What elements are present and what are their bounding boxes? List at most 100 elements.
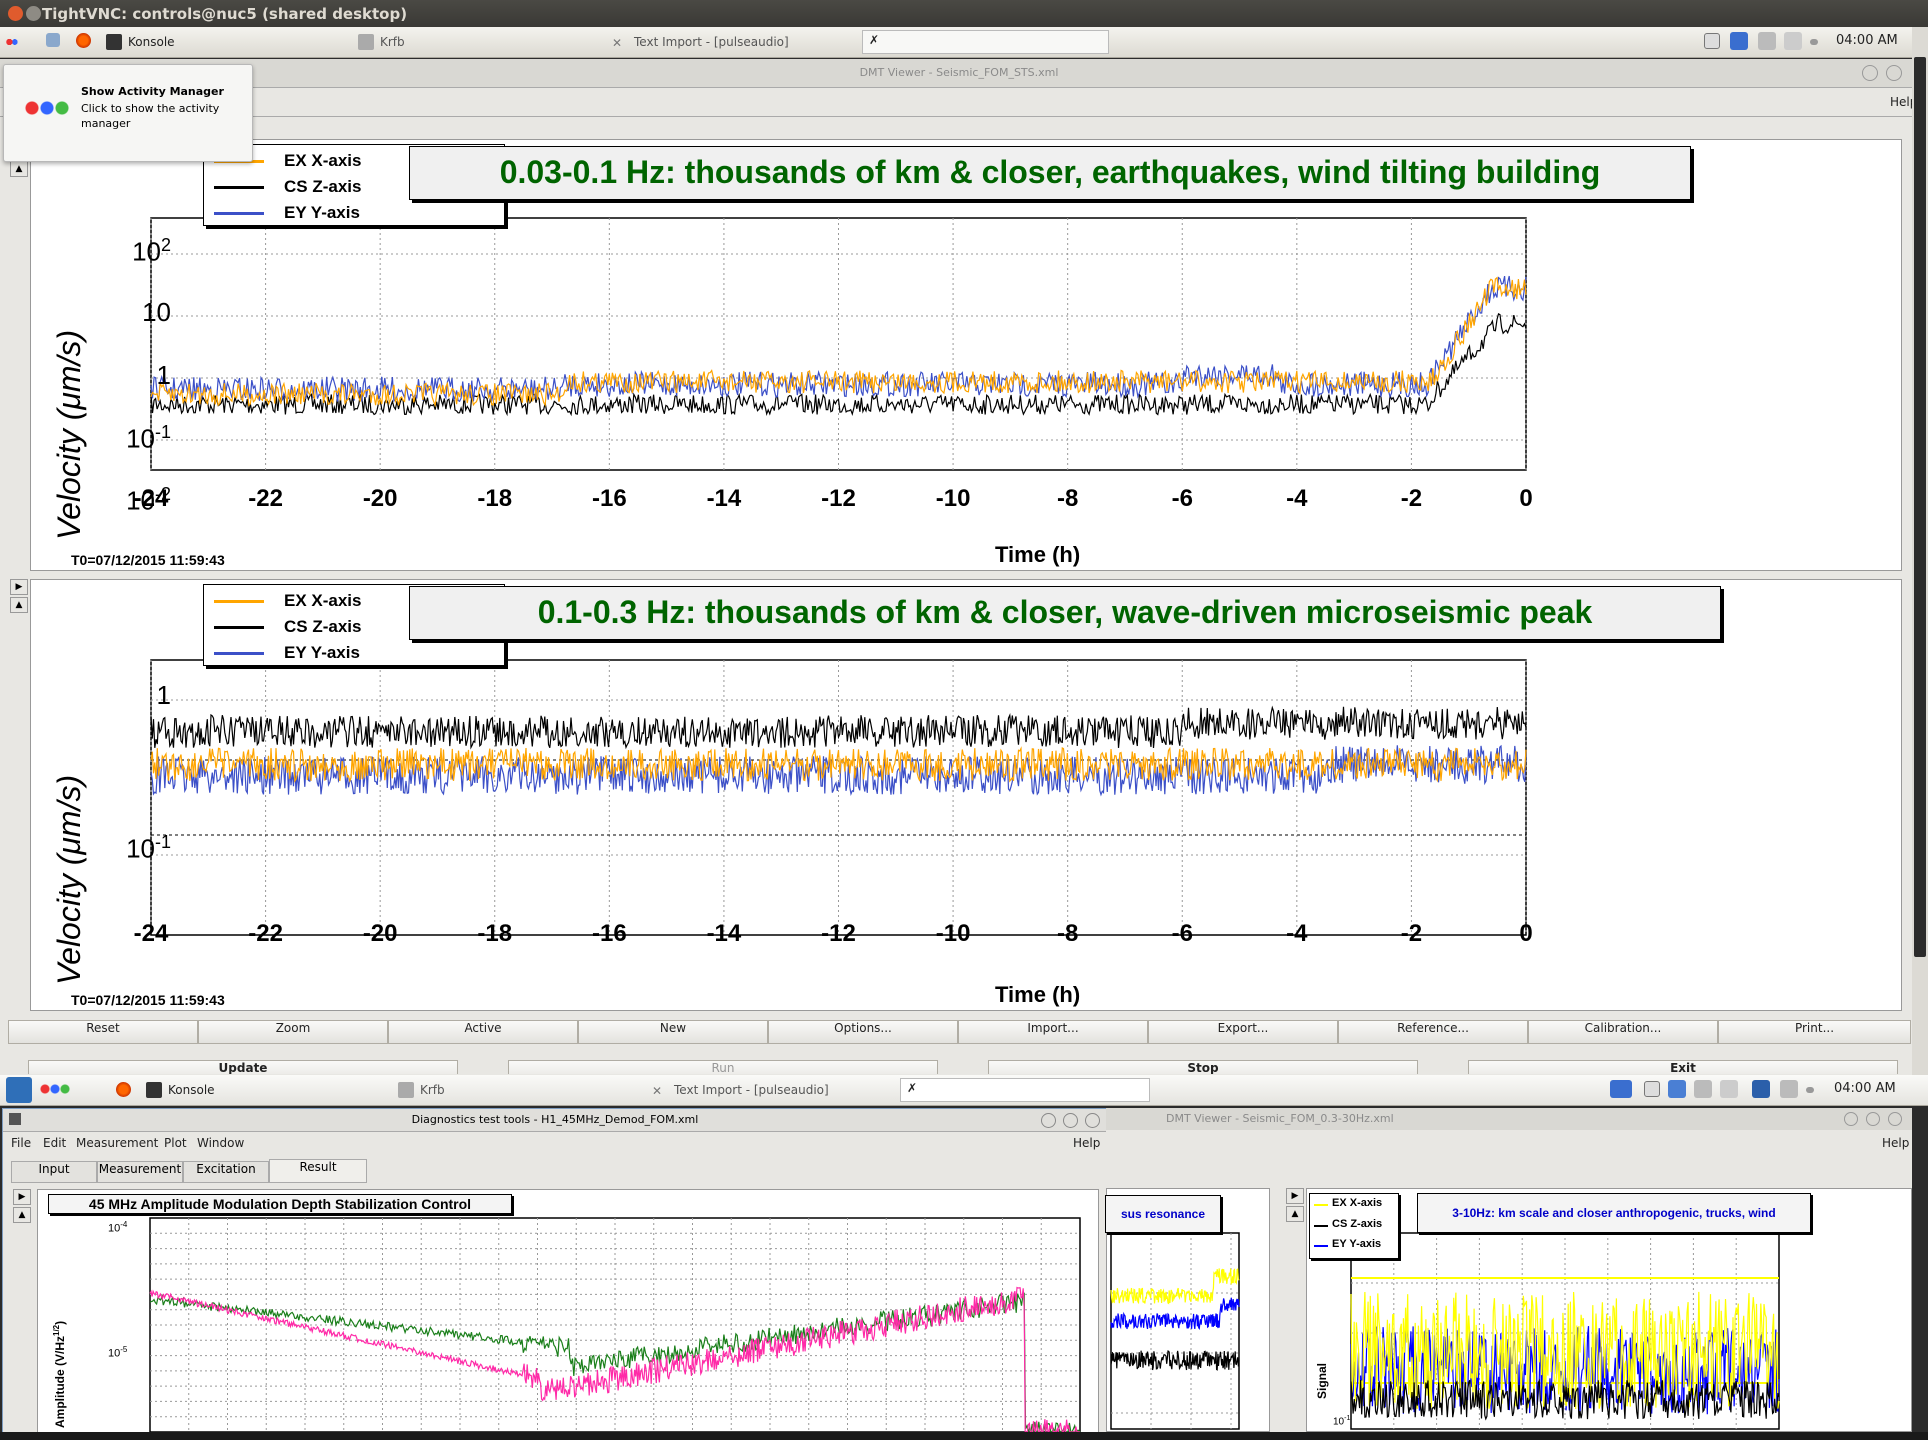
scroll-up-button[interactable]: ▲	[10, 161, 28, 177]
minimize-icon[interactable]	[26, 6, 41, 21]
plot-1-ylabel: Velocity (μm/s)	[51, 329, 87, 540]
exit-button[interactable]: Exit	[1468, 1060, 1898, 1074]
maximize-icon[interactable]	[1886, 65, 1902, 81]
clipboard-icon[interactable]	[1704, 33, 1720, 49]
task-x-window[interactable]: ✗	[862, 30, 1109, 54]
export-button[interactable]: Export...	[1148, 1020, 1338, 1044]
new-button[interactable]: New	[578, 1020, 768, 1044]
dmt-toolbar-2: Update Run Stop Exit	[28, 1058, 1898, 1074]
bottom-strip	[0, 1432, 1928, 1440]
firefox-icon[interactable]	[116, 1082, 131, 1097]
update-button[interactable]: Update	[28, 1060, 458, 1074]
dmt2-title: DMT Viewer - Seismic_FOM_0.3-30Hz.xml	[1166, 1112, 1394, 1125]
menu-edit[interactable]: Edit	[43, 1136, 66, 1150]
dmt2-right-panel: EX X-axis CS Z-axis EY Y-axis 3-10Hz: km…	[1306, 1188, 1912, 1432]
volume-icon[interactable]	[1720, 1080, 1738, 1098]
task-krfb[interactable]: Krfb	[358, 33, 405, 51]
display-icon[interactable]	[1752, 1080, 1770, 1098]
diag-plot-svg	[149, 1217, 1081, 1432]
tab-excitation[interactable]: Excitation	[183, 1161, 269, 1183]
bluetooth-icon[interactable]	[1668, 1080, 1686, 1098]
menu-help[interactable]: Help	[1073, 1136, 1100, 1150]
scroll-up-button[interactable]: ▲	[10, 597, 28, 613]
xtick-label: -14	[706, 485, 742, 512]
scroll-right-button[interactable]: ▶	[1286, 1188, 1304, 1204]
run-button[interactable]: Run	[508, 1060, 938, 1074]
close-icon[interactable]	[1085, 1113, 1100, 1128]
print-button[interactable]: Print...	[1718, 1020, 1911, 1044]
xtick-label: -12	[821, 920, 856, 947]
xtick-label: -24	[133, 920, 169, 947]
options-button[interactable]: Options...	[768, 1020, 958, 1044]
diag-ylabel: Amplitude (V/Hz1/2)	[52, 1320, 67, 1428]
volume-icon[interactable]	[1784, 32, 1802, 50]
firefox-icon[interactable]	[76, 33, 91, 48]
activity-manager-icon[interactable]	[4, 33, 22, 51]
menu-window[interactable]: Window	[197, 1136, 244, 1150]
task-krfb[interactable]: Krfb	[398, 1081, 445, 1099]
clipboard-icon[interactable]	[1644, 1081, 1660, 1097]
xtick-label: -2	[1400, 920, 1423, 947]
tab-result[interactable]: Result	[269, 1159, 367, 1183]
krfb-icon	[358, 34, 374, 50]
chevron-up-icon[interactable]	[1063, 1113, 1078, 1128]
menu-measurement[interactable]: Measurement	[76, 1136, 158, 1150]
tab-measurement[interactable]: Measurement	[97, 1161, 183, 1183]
ytick-label: 10-1	[126, 422, 171, 454]
stop-button[interactable]: Stop	[988, 1060, 1418, 1074]
network-icon[interactable]	[1610, 1080, 1632, 1098]
xtick-label: -6	[1171, 920, 1193, 947]
import-button[interactable]: Import...	[958, 1020, 1148, 1044]
tooltip-body: Click to show the activity manager	[81, 102, 220, 130]
scroll-right-button[interactable]: ▶	[13, 1189, 31, 1205]
scroll-up-button[interactable]: ▲	[1286, 1206, 1304, 1222]
reset-button[interactable]: Reset	[8, 1020, 198, 1044]
scroll-right-button[interactable]: ▶	[10, 579, 28, 595]
plot-2-t0: T0=07/12/2015 11:59:43	[71, 992, 225, 1008]
menu-help[interactable]: Help	[1882, 1136, 1909, 1150]
printer-icon[interactable]	[1780, 1080, 1798, 1098]
chevron-up-icon[interactable]	[1806, 1087, 1814, 1093]
dmt-title-bar: DMT Viewer - Seismic_FOM_STS.xml	[0, 59, 1918, 88]
zoom-button[interactable]: Zoom	[198, 1020, 388, 1044]
task-konsole[interactable]: Konsole	[146, 1081, 215, 1099]
legend-swatch	[214, 212, 264, 215]
app-launcher-icon[interactable]	[46, 33, 60, 47]
scroll-up-button[interactable]: ▲	[13, 1207, 31, 1223]
scissors-icon[interactable]	[1694, 1080, 1712, 1098]
calibration-button[interactable]: Calibration...	[1528, 1020, 1718, 1044]
task-konsole[interactable]: Konsole	[106, 33, 175, 51]
xtick-label: -2	[1400, 485, 1423, 512]
ytick-label: 10	[142, 297, 171, 327]
legend-item-ey: EY Y-axis	[204, 641, 504, 665]
clock: 04:00 AM	[1834, 1081, 1896, 1096]
xtick-label: -6	[1171, 485, 1193, 512]
tab-input[interactable]: Input	[11, 1161, 97, 1183]
chevron-up-icon[interactable]	[1810, 39, 1818, 45]
chevron-down-icon[interactable]	[1041, 1113, 1056, 1128]
scrollbar-thumb[interactable]	[1914, 57, 1926, 957]
plot-1-xlabel: Time (h)	[995, 542, 1081, 567]
minimize-icon[interactable]	[1862, 65, 1878, 81]
task-x-window[interactable]: ✗	[900, 1078, 1150, 1102]
kde-menu-icon[interactable]	[6, 1077, 32, 1103]
close-icon[interactable]	[8, 6, 23, 21]
activity-manager-icon[interactable]	[40, 1082, 70, 1096]
active-button[interactable]: Active	[388, 1020, 578, 1044]
xtick-label: -10	[935, 920, 971, 947]
menu-file[interactable]: File	[11, 1136, 31, 1150]
maximize-icon[interactable]	[1866, 1112, 1880, 1126]
bluetooth-icon[interactable]	[1758, 32, 1776, 50]
reference-button[interactable]: Reference...	[1338, 1020, 1528, 1044]
close-icon[interactable]	[1888, 1112, 1902, 1126]
vertical-scrollbar[interactable]	[1912, 27, 1928, 1075]
activity-manager-icon	[24, 101, 70, 115]
ytick-label: 10-5	[108, 1345, 128, 1360]
task-text-import[interactable]: ✕ Text Import - [pulseaudio]	[652, 1081, 829, 1099]
menu-plot[interactable]: Plot	[164, 1136, 187, 1150]
task-text-import[interactable]: ✕ Text Import - [pulseaudio]	[612, 33, 789, 51]
minimize-icon[interactable]	[1844, 1112, 1858, 1126]
network-icon[interactable]	[1730, 32, 1748, 50]
diag-tabs: Input Measurement Excitation Result	[11, 1159, 371, 1183]
diag-menubar: File Edit Measurement Plot Window Help	[3, 1132, 1107, 1154]
